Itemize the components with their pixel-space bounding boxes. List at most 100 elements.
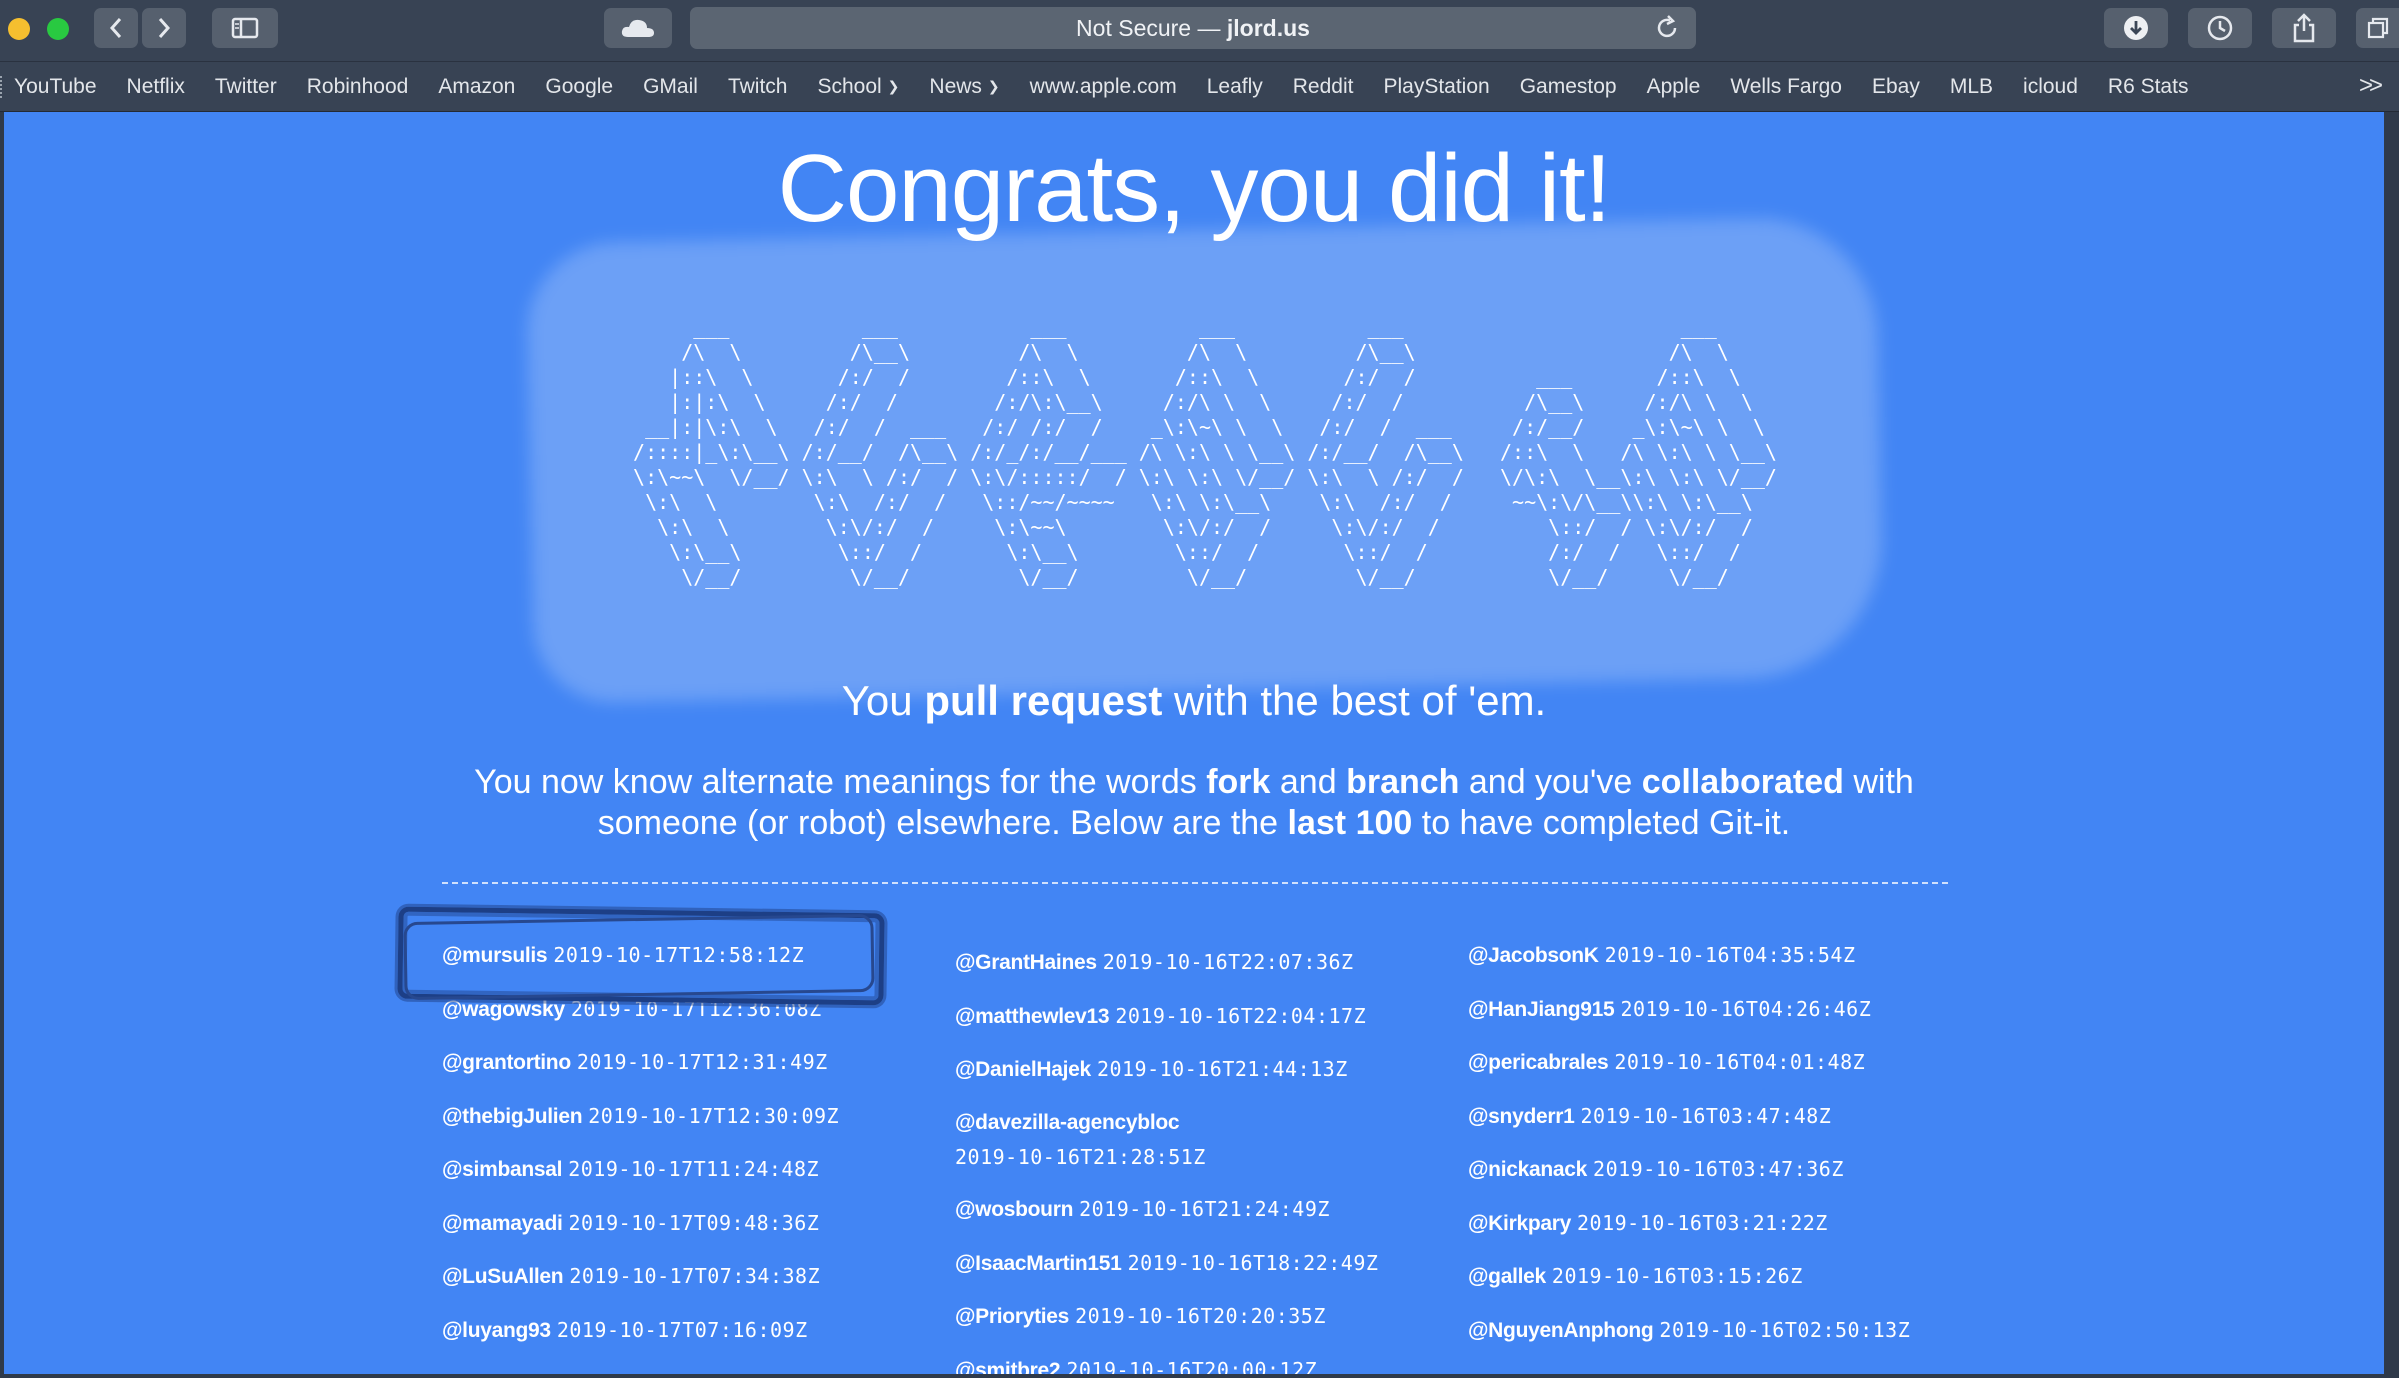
username-link[interactable]: @LuSuAllen <box>442 1265 564 1288</box>
bookmark-apple-site[interactable]: www.apple.com <box>1030 75 1177 99</box>
username-link[interactable]: @grantortino <box>442 1051 571 1074</box>
address-bar[interactable]: Not Secure — jlord.us <box>690 7 1696 49</box>
description: You now know alternate meanings for the … <box>474 763 1924 842</box>
completion-entry: @LuSuAllen 2019-10-17T07:34:38Z <box>442 1259 839 1294</box>
bookmark-netflix[interactable]: Netflix <box>127 75 185 99</box>
completion-timestamp: 2019-10-16T21:44:13Z <box>1096 1057 1348 1081</box>
downloads-button[interactable] <box>2104 8 2168 48</box>
completion-timestamp: 2019-10-17T07:34:38Z <box>569 1264 821 1288</box>
username-link[interactable]: @luyang93 <box>442 1319 551 1342</box>
username-link[interactable]: @nickanack <box>1468 1158 1587 1181</box>
username-link[interactable]: @mamayadi <box>442 1212 563 1235</box>
completion-timestamp: 2019-10-16T21:28:51Z <box>955 1144 1206 1169</box>
username-link[interactable]: @JacobsonK <box>1468 944 1599 967</box>
ascii-art-block: ___ ___ ___ ___ ___ ___ /\ \ /\__\ /\ \ … <box>525 215 1885 705</box>
bookmark-twitter[interactable]: Twitter <box>215 75 277 99</box>
bookmarks-overflow-button[interactable]: >> <box>2359 72 2383 100</box>
bookmark-icloud[interactable]: icloud <box>2023 75 2078 99</box>
username-link[interactable]: @simbansal <box>442 1158 563 1181</box>
share-button[interactable] <box>2272 8 2336 48</box>
completion-entry: @GrantHaines 2019-10-16T22:07:36Z <box>955 945 1425 980</box>
bookmark-playstation[interactable]: PlayStation <box>1383 75 1489 99</box>
username-link[interactable]: @GrantHaines <box>955 951 1097 974</box>
chevron-down-icon: ❯ <box>887 78 900 94</box>
bookmark-amazon[interactable]: Amazon <box>438 75 515 99</box>
zoom-window-button[interactable] <box>47 18 69 40</box>
completion-entry: @Prioryties 2019-10-16T20:20:35Z <box>955 1299 1425 1334</box>
username-link[interactable]: @DanielHajek <box>955 1058 1091 1081</box>
username-link[interactable]: @pericabrales <box>1468 1051 1609 1074</box>
completion-entry: @thebigJulien 2019-10-17T12:30:09Z <box>442 1099 839 1134</box>
history-button[interactable] <box>2188 8 2252 48</box>
username-link[interactable]: @Prioryties <box>955 1305 1069 1328</box>
completion-entry: @nickanack 2019-10-16T03:47:36Z <box>1468 1152 1910 1187</box>
bookmark-folder-school[interactable]: School ❯ <box>817 75 899 99</box>
completion-timestamp: 2019-10-16T18:22:49Z <box>1127 1250 1379 1275</box>
bookmark-google[interactable]: Google <box>545 75 613 99</box>
username-link[interactable]: @NguyenAnphong <box>1468 1319 1654 1342</box>
completion-timestamp: 2019-10-16T04:01:48Z <box>1614 1050 1866 1074</box>
chevron-down-icon: ❯ <box>987 78 1000 94</box>
share-icon <box>2293 13 2315 43</box>
completion-timestamp: 2019-10-16T22:04:17Z <box>1115 1003 1367 1028</box>
bookmark-gmail[interactable]: GMail <box>643 75 698 99</box>
cloud-icon <box>621 19 654 37</box>
completion-timestamp: 2019-10-16T03:15:26Z <box>1551 1264 1803 1288</box>
bookmark-leafly[interactable]: Leafly <box>1207 75 1263 99</box>
completion-entry: @mamayadi 2019-10-17T09:48:36Z <box>442 1206 839 1241</box>
bookmark-apple[interactable]: Apple <box>1647 75 1701 99</box>
clock-icon <box>2207 15 2233 41</box>
tagline: You pull request with the best of 'em. <box>841 677 1547 724</box>
tabs-overview-button[interactable] <box>2356 8 2399 48</box>
completions-column-3: @JacobsonK 2019-10-16T04:35:54Z @HanJiang9… <box>1468 938 1910 1376</box>
bookmark-r6-stats[interactable]: R6 Stats <box>2108 75 2189 99</box>
sidebar-icon <box>231 17 259 39</box>
bookmark-wells-fargo[interactable]: Wells Fargo <box>1730 75 1842 99</box>
bookmark-folder-news[interactable]: News ❯ <box>929 75 999 99</box>
completion-timestamp: 2019-10-17T09:48:36Z <box>568 1210 820 1235</box>
bookmark-twitch[interactable]: Twitch <box>728 75 788 99</box>
bookmark-ebay[interactable]: Ebay <box>1872 75 1920 99</box>
username-link[interactable]: @snyderr1 <box>1468 1105 1575 1128</box>
sidebar-toggle-button[interactable] <box>212 8 278 48</box>
bookmark-robinhood[interactable]: Robinhood <box>307 75 409 99</box>
bookmark-reddit[interactable]: Reddit <box>1293 75 1354 99</box>
completion-entry: @matthewlev13 2019-10-16T22:04:17Z <box>955 999 1425 1034</box>
completion-entry: @NguyenAnphong 2019-10-16T02:50:13Z <box>1468 1313 1910 1348</box>
username-link[interactable]: @wosbourn <box>955 1198 1073 1221</box>
username-link[interactable]: @Kirkpary <box>1468 1212 1571 1235</box>
username-link[interactable]: @wagowsky <box>442 998 565 1021</box>
reload-icon[interactable] <box>1654 15 1680 41</box>
completion-timestamp: 2019-10-17T11:24:48Z <box>568 1157 820 1181</box>
bookmark-mlb[interactable]: MLB <box>1950 75 1993 99</box>
username-link[interactable]: @davezilla-agencybloc <box>955 1111 1180 1134</box>
completion-timestamp: 2019-10-16T02:50:13Z <box>1659 1317 1911 1342</box>
username-link[interactable]: @thebigJulien <box>442 1105 583 1128</box>
completion-entry: @HanJiang915 2019-10-16T04:26:46Z <box>1468 992 1910 1027</box>
bookmark-gamestop[interactable]: Gamestop <box>1520 75 1617 99</box>
bookmark-youtube[interactable]: YouTube <box>14 75 97 99</box>
completion-entry: @davezilla-agencybloc 2019-10-16T21:28:51… <box>955 1106 1425 1174</box>
completion-timestamp: 2019-10-16T20:20:35Z <box>1075 1304 1326 1328</box>
completion-timestamp: 2019-10-17T12:31:49Z <box>576 1050 828 1074</box>
completion-timestamp: 2019-10-16T03:21:22Z <box>1577 1210 1828 1235</box>
tabs-icon <box>2367 17 2388 39</box>
icloud-tabs-button[interactable] <box>604 8 672 48</box>
completion-timestamp: 2019-10-16T21:24:49Z <box>1079 1197 1330 1221</box>
username-link[interactable]: @gallek <box>1468 1265 1546 1288</box>
minimize-window-button[interactable] <box>8 18 30 40</box>
completion-entry: @grantortino 2019-10-17T12:31:49Z <box>442 1045 839 1080</box>
forward-button[interactable] <box>142 8 186 48</box>
page-content: Congrats, you did it! ___ ___ ___ ___ __… <box>4 112 2384 1376</box>
completion-timestamp: 2019-10-16T04:35:54Z <box>1604 943 1856 967</box>
chevron-left-icon <box>109 18 122 38</box>
security-label: Not Secure — <box>1076 14 1227 41</box>
username-link[interactable]: @matthewlev13 <box>955 1005 1110 1028</box>
back-button[interactable] <box>94 8 138 48</box>
completion-entry: @JacobsonK 2019-10-16T04:35:54Z <box>1468 938 1910 973</box>
chevron-right-icon <box>158 18 171 38</box>
window-edge <box>2384 112 2399 1378</box>
completion-timestamp: 2019-10-16T03:47:36Z <box>1593 1157 1844 1181</box>
username-link[interactable]: @HanJiang915 <box>1468 998 1615 1021</box>
username-link[interactable]: @IsaacMartin151 <box>955 1252 1122 1275</box>
